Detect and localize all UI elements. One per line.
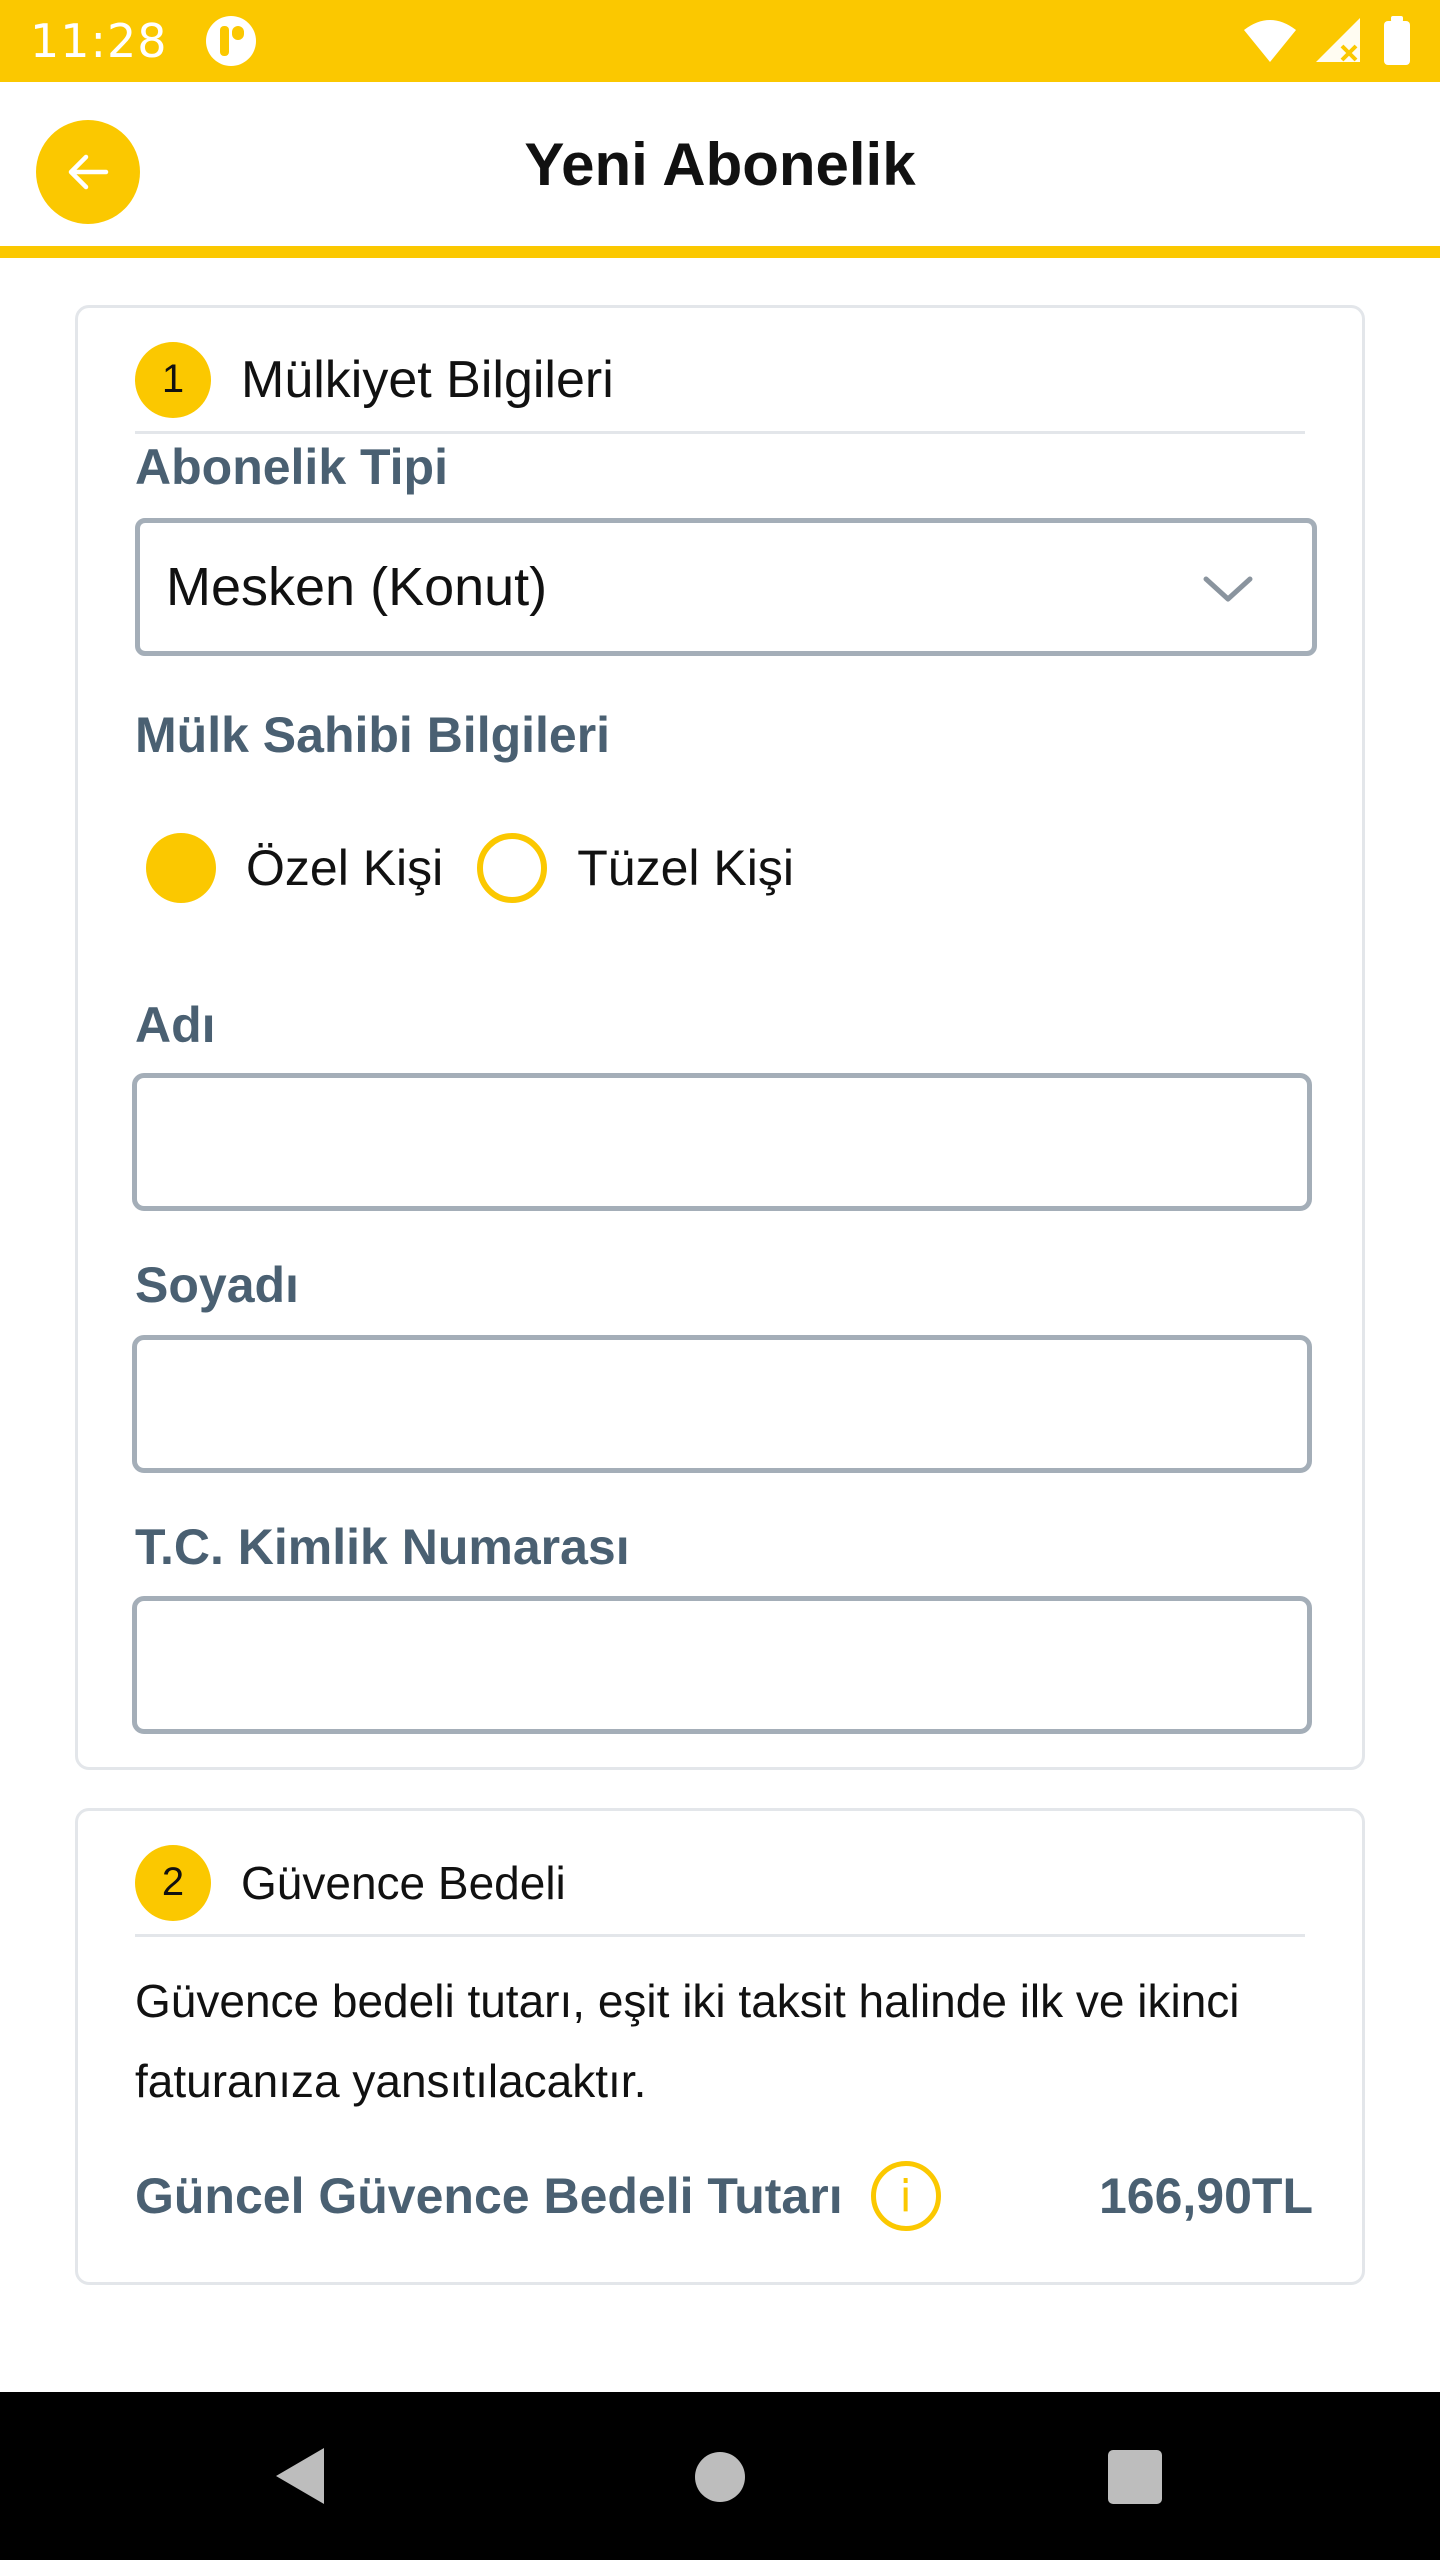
wifi-icon [1244, 20, 1296, 62]
tc-id-input[interactable] [132, 1596, 1312, 1734]
deposit-card: 2 Güvence Bedeli Güvence bedeli tutarı, … [75, 1808, 1365, 2285]
deposit-section-title: Güvence Bedeli [241, 1856, 566, 1909]
radio-legal-entity[interactable]: Tüzel Kişi [477, 833, 794, 903]
page-title: Yeni Abonelik [524, 131, 916, 198]
subscription-type-value: Mesken (Konut) [166, 557, 548, 617]
status-bar: 11:28 [0, 0, 1440, 82]
deposit-fee-value: 166,90TL [1098, 2168, 1313, 2224]
radio-unchecked-icon [477, 833, 548, 903]
last-name-label: Soyadı [135, 1257, 299, 1313]
app-notification-icon [205, 16, 256, 66]
deposit-fee-row: Güncel Güvence Bedeli Tutarı i 166,90TL [135, 2156, 1313, 2236]
radio-private-person-label: Özel Kişi [246, 840, 444, 896]
first-name-label: Adı [135, 997, 216, 1053]
status-icons [1242, 16, 1412, 66]
tc-id-label: T.C. Kimlik Numarası [135, 1519, 630, 1575]
screen: 11:28 Yeni Abonelik 1 Mülkiyet Bilgileri… [0, 0, 1440, 2560]
ownership-section-title: Mülkiyet Bilgileri [241, 350, 614, 409]
app-header: Yeni Abonelik [0, 82, 1440, 258]
owner-type-radio-group: Özel Kişi Tüzel Kişi [146, 833, 794, 903]
step-badge-2: 2 [135, 1844, 211, 1921]
ownership-section-header: 1 Mülkiyet Bilgileri [135, 328, 1305, 434]
deposit-fee-label: Güncel Güvence Bedeli Tutarı [135, 2168, 843, 2224]
ownership-card: 1 Mülkiyet Bilgileri Abonelik Tipi Meske… [75, 305, 1365, 1770]
signal-icon [1316, 18, 1360, 62]
navigation-bar [0, 2392, 1440, 2560]
nav-back-icon[interactable] [272, 2444, 328, 2508]
nav-home-icon[interactable] [695, 2452, 745, 2502]
owner-info-label: Mülk Sahibi Bilgileri [135, 707, 611, 763]
step-badge-1: 1 [135, 341, 211, 418]
first-name-input[interactable] [132, 1073, 1312, 1211]
subscription-type-select[interactable]: Mesken (Konut) [135, 518, 1317, 656]
nav-recents-icon[interactable] [1108, 2450, 1162, 2504]
battery-icon [1384, 16, 1410, 65]
info-icon[interactable]: i [870, 2161, 941, 2231]
deposit-description: Güvence bedeli tutarı, eşit iki taksit h… [135, 1975, 1240, 2107]
subscription-type-label: Abonelik Tipi [135, 439, 448, 495]
deposit-section-header: 2 Güvence Bedeli [135, 1831, 1305, 1937]
radio-checked-icon [146, 833, 216, 903]
chevron-down-icon [1203, 576, 1253, 602]
radio-legal-entity-label: Tüzel Kişi [577, 840, 794, 896]
last-name-input[interactable] [132, 1335, 1312, 1473]
radio-private-person[interactable]: Özel Kişi [146, 833, 443, 903]
status-time: 11:28 [30, 14, 168, 68]
